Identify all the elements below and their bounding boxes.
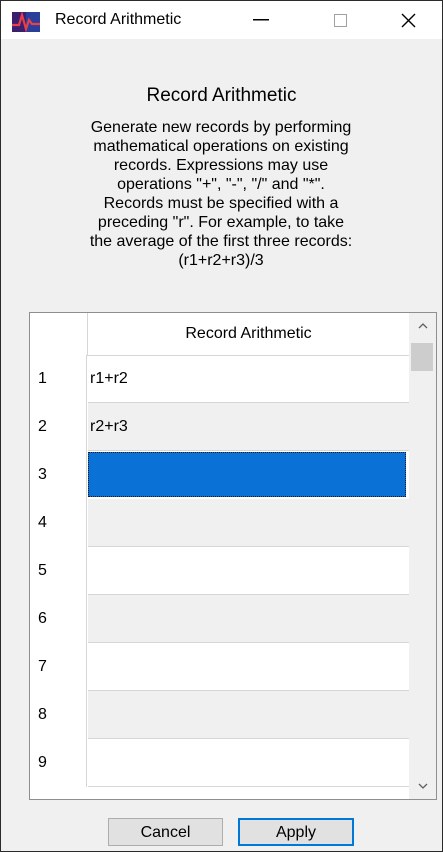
title-bar[interactable]: Record Arithmetic [1, 1, 442, 39]
chevron-down-icon [418, 783, 427, 789]
table-row[interactable]: 2 r2+r3 [30, 403, 409, 451]
expression-cell[interactable]: r2+r3 [88, 403, 409, 451]
expression-cell[interactable] [88, 643, 409, 691]
row-number[interactable]: 9 [30, 739, 87, 787]
scroll-up-button[interactable] [409, 313, 436, 339]
maximize-icon [333, 13, 347, 27]
expression-cell[interactable] [88, 691, 409, 739]
row-number[interactable]: 5 [30, 547, 87, 595]
row-number[interactable]: 8 [30, 691, 87, 739]
table-row[interactable]: 9 [30, 739, 409, 787]
record-arithmetic-grid[interactable]: Record Arithmetic 1 r1+r2 2 r2+r3 3 4 5 [29, 312, 437, 800]
maximize-button[interactable] [317, 1, 363, 39]
dialog-window: Record Arithmetic Record Arithmetic Gene… [0, 0, 443, 852]
close-icon [401, 13, 415, 27]
window-title: Record Arithmetic [55, 11, 182, 28]
table-row[interactable]: 1 r1+r2 [30, 355, 409, 403]
expression-cell[interactable] [88, 547, 409, 595]
grid-corner-cell [30, 313, 88, 355]
expression-cell[interactable] [88, 499, 409, 547]
table-row[interactable]: 7 [30, 643, 409, 691]
chevron-up-icon [418, 323, 427, 329]
row-number[interactable]: 6 [30, 595, 87, 643]
table-row[interactable]: 6 [30, 595, 409, 643]
apply-button[interactable]: Apply [238, 818, 354, 846]
grid-header: Record Arithmetic [30, 313, 409, 356]
table-row[interactable]: 8 [30, 691, 409, 739]
cancel-button[interactable]: Cancel [108, 818, 223, 846]
column-header[interactable]: Record Arithmetic [88, 313, 409, 355]
row-number[interactable]: 7 [30, 643, 87, 691]
expression-cell[interactable] [88, 595, 409, 643]
app-icon [12, 11, 40, 33]
table-row-selected[interactable]: 3 [30, 451, 409, 499]
scroll-thumb[interactable] [411, 343, 433, 371]
dialog-description: Generate new records by performing mathe… [89, 119, 353, 269]
grid-rows: 1 r1+r2 2 r2+r3 3 4 5 6 7 8 9 [30, 355, 409, 787]
table-row[interactable]: 4 [30, 499, 409, 547]
row-number[interactable]: 1 [30, 355, 87, 403]
vertical-scrollbar[interactable] [409, 313, 436, 799]
expression-cell[interactable]: r1+r2 [88, 355, 409, 403]
row-number[interactable]: 3 [30, 451, 87, 499]
expression-cell-selected[interactable] [88, 452, 406, 497]
dialog-heading: Record Arithmetic [146, 85, 297, 106]
minimize-button[interactable] [238, 1, 284, 39]
table-row[interactable]: 5 [30, 547, 409, 595]
row-number[interactable]: 2 [30, 403, 87, 451]
scroll-down-button[interactable] [409, 773, 436, 799]
expression-cell[interactable] [88, 739, 409, 787]
minimize-icon [253, 19, 269, 21]
close-button[interactable] [385, 1, 431, 39]
row-number[interactable]: 4 [30, 499, 87, 547]
